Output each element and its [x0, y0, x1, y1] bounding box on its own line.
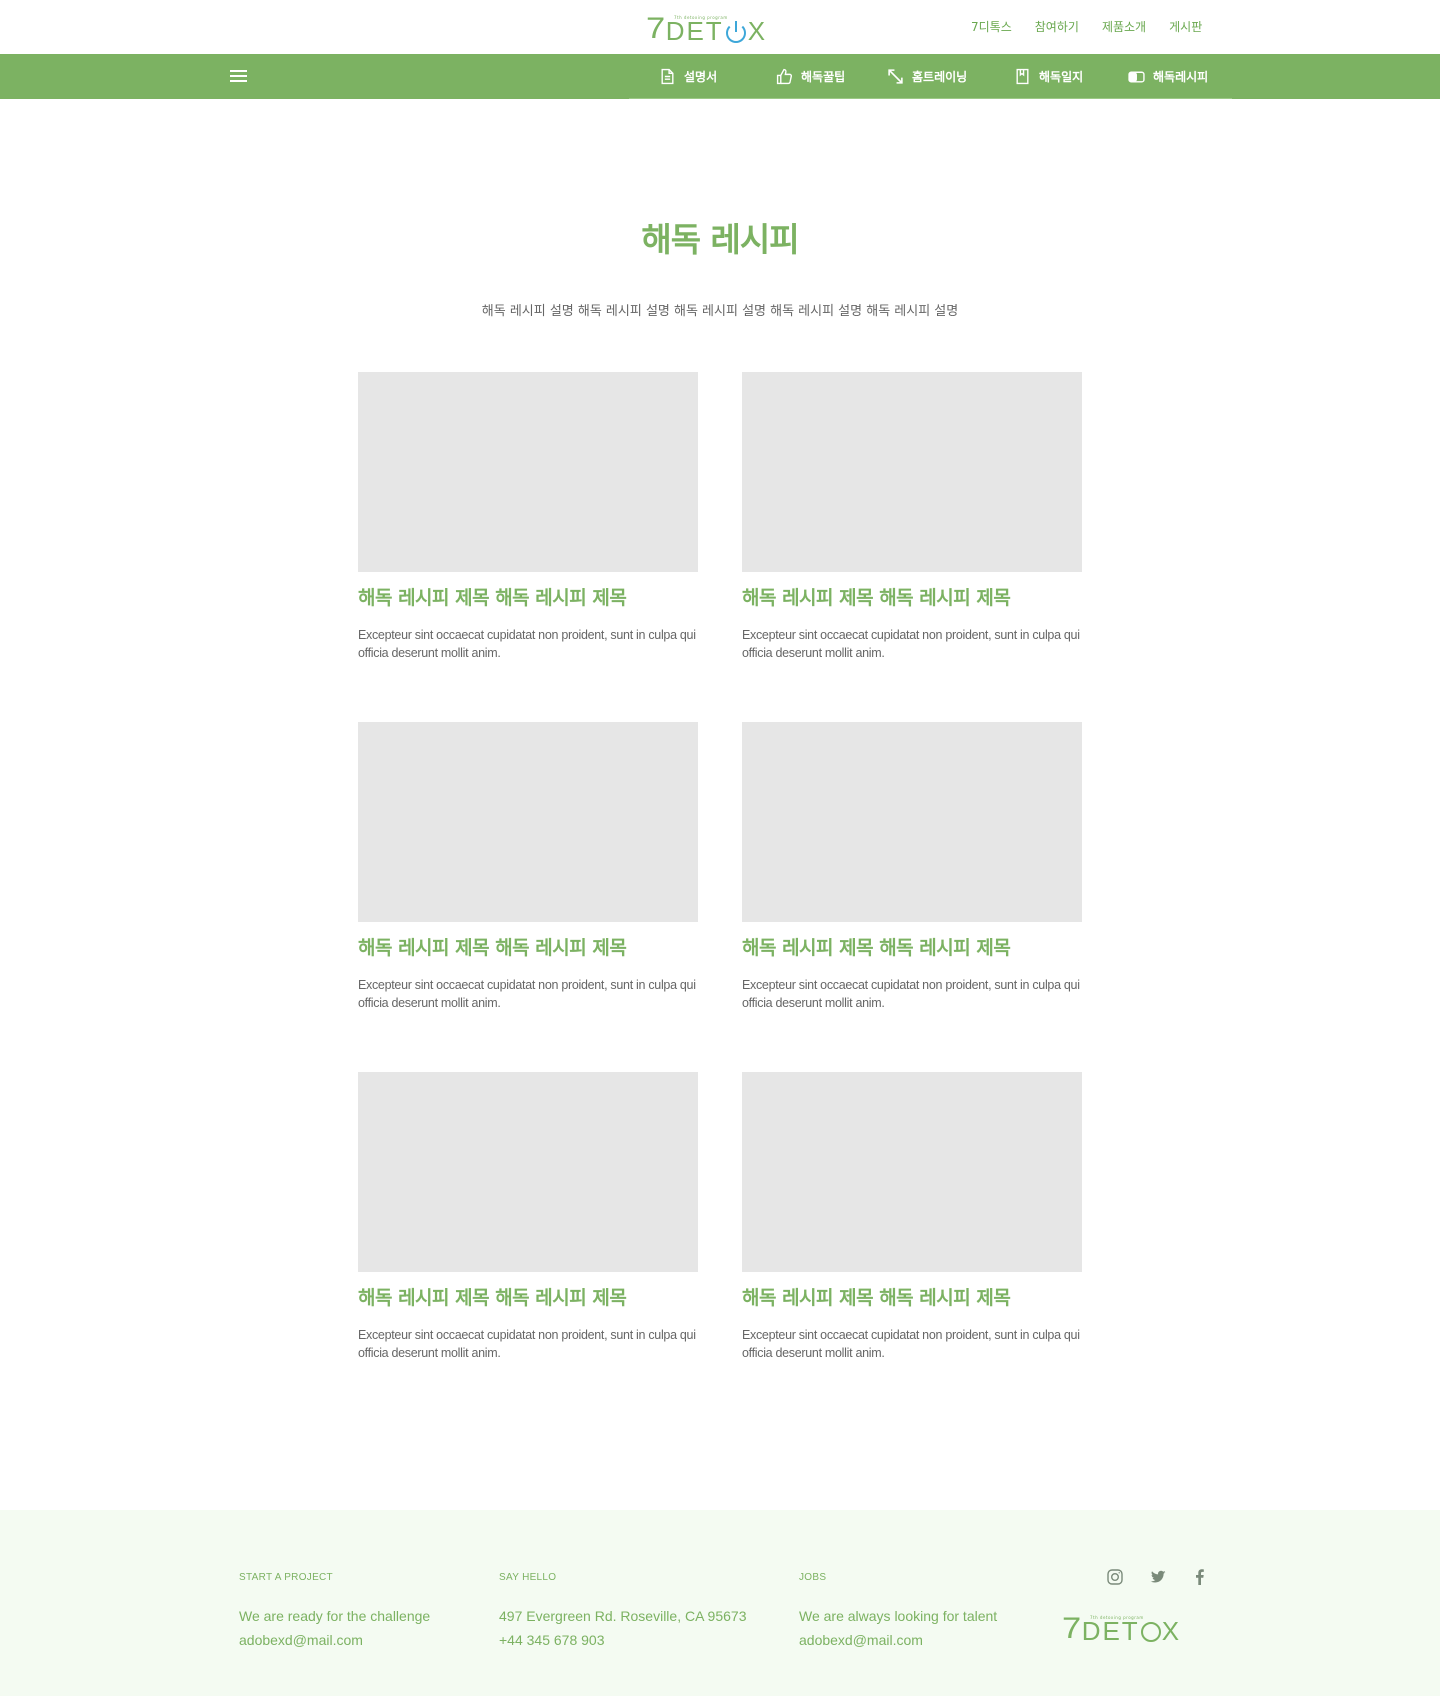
thumbs-up-icon: [776, 68, 793, 85]
nav-item-label: 해독레시피: [1153, 70, 1209, 84]
footer-address: 497 Evergreen Rd. Roseville, CA 95673: [499, 1608, 747, 1624]
brand-logo[interactable]: 7th detoxing program 7 DET X: [646, 12, 767, 45]
recipe-card[interactable]: 해독 레시피 제목 해독 레시피 제목 Excepteur sint occae…: [742, 722, 1082, 1012]
nav-item-label: 설명서: [684, 70, 718, 84]
footer-logo[interactable]: 7th detoxing program 7 DET X: [1062, 1612, 1181, 1645]
recipe-title[interactable]: 해독 레시피 제목 해독 레시피 제목: [358, 1286, 698, 1310]
power-icon: [725, 20, 747, 43]
footer-email-link[interactable]: adobexd@mail.com: [799, 1631, 997, 1649]
recipe-summary: Excepteur sint occaecat cupidatat non pr…: [742, 628, 1080, 660]
top-link-products[interactable]: 제품소개: [1102, 18, 1146, 35]
recipe-summary: Excepteur sint occaecat cupidatat non pr…: [358, 628, 696, 660]
recipe-summary: Excepteur sint occaecat cupidatat non pr…: [358, 978, 696, 1010]
main-nav: [0, 54, 1440, 99]
footer-text: We are always looking for talent: [799, 1608, 998, 1624]
logo-o-mark: [1140, 1622, 1161, 1642]
bookmark-icon: [1016, 68, 1029, 85]
recipe-image[interactable]: [742, 722, 1082, 922]
logo-letters-after: X: [747, 16, 768, 46]
footer-say-hello: SAY HELLO 497 Evergreen Rd. Roseville, C…: [499, 1572, 746, 1649]
expand-arrows-icon: [888, 69, 903, 84]
nav-item-label: 홈트레이닝: [912, 70, 968, 84]
top-link-7detox[interactable]: 7디톡스: [971, 18, 1012, 35]
top-links: 7디톡스 참여하기 제품소개 게시판: [971, 18, 1225, 35]
nav-item-tips[interactable]: 해독꿀팁: [776, 54, 845, 99]
instagram-icon[interactable]: [1106, 1568, 1124, 1586]
recipe-title[interactable]: 해독 레시피 제목 해독 레시피 제목: [742, 586, 1082, 610]
nav-item-recipe[interactable]: 해독레시피: [1128, 54, 1208, 99]
footer-heading: SAY HELLO: [499, 1572, 557, 1583]
footer-text: We are ready for the challenge: [239, 1608, 431, 1624]
logo-seven: 7: [1062, 1612, 1081, 1645]
footer-phone[interactable]: +44 345 678 903: [499, 1631, 746, 1649]
nav-item-manual[interactable]: 설명서: [659, 54, 717, 99]
recipe-title[interactable]: 해독 레시피 제목 해독 레시피 제목: [742, 1286, 1082, 1310]
recipe-card[interactable]: 해독 레시피 제목 해독 레시피 제목 Excepteur sint occae…: [358, 1072, 698, 1362]
document-icon: [661, 68, 674, 85]
recipe-image[interactable]: [742, 1072, 1082, 1272]
recipe-summary: Excepteur sint occaecat cupidatat non pr…: [358, 1328, 696, 1360]
nav-item-label: 해독일지: [1039, 70, 1084, 84]
recipe-image[interactable]: [358, 1072, 698, 1272]
recipe-summary: Excepteur sint occaecat cupidatat non pr…: [742, 978, 1080, 1010]
logo-letters-after: X: [1161, 1616, 1182, 1646]
footer-heading: JOBS: [799, 1572, 827, 1583]
recipe-title[interactable]: 해독 레시피 제목 해독 레시피 제목: [742, 936, 1082, 960]
logo-letters-before: DET: [1081, 1616, 1140, 1646]
recipe-card[interactable]: 해독 레시피 제목 해독 레시피 제목 Excepteur sint occae…: [742, 1072, 1082, 1362]
recipe-summary: Excepteur sint occaecat cupidatat non pr…: [742, 1328, 1080, 1360]
recipe-card[interactable]: 해독 레시피 제목 해독 레시피 제목 Excepteur sint occae…: [742, 372, 1082, 662]
facebook-icon[interactable]: [1191, 1568, 1209, 1586]
footer-jobs: JOBS We are always looking for talent ad…: [799, 1572, 997, 1649]
footer-start-project: START A PROJECT We are ready for the cha…: [239, 1572, 430, 1649]
twitter-icon[interactable]: [1149, 1568, 1167, 1586]
page-description: 해독 레시피 설명 해독 레시피 설명 해독 레시피 설명 해독 레시피 설명 …: [481, 304, 959, 319]
top-link-board[interactable]: 게시판: [1169, 18, 1202, 35]
top-link-join[interactable]: 참여하기: [1035, 18, 1079, 35]
nav-item-diary[interactable]: 해독일지: [1014, 54, 1083, 99]
logo-wordmark: DET X: [666, 18, 767, 44]
page-title: 해독 레시피: [641, 220, 799, 259]
recipe-title[interactable]: 해독 레시피 제목 해독 레시피 제목: [358, 936, 698, 960]
recipe-card[interactable]: 해독 레시피 제목 해독 레시피 제목 Excepteur sint occae…: [358, 372, 698, 662]
menu-icon[interactable]: [230, 70, 247, 84]
recipe-image[interactable]: [742, 372, 1082, 572]
logo-seven: 7: [646, 12, 665, 45]
footer-email-link[interactable]: adobexd@mail.com: [239, 1631, 430, 1649]
footer-heading: START A PROJECT: [239, 1572, 333, 1583]
logo-tagline: 7th detoxing program: [1090, 1615, 1144, 1620]
recipe-image[interactable]: [358, 722, 698, 922]
logo-wordmark: DET X: [1082, 1618, 1181, 1644]
logo-letters-before: DET: [665, 16, 724, 46]
recipe-image[interactable]: [358, 372, 698, 572]
nav-item-home-training[interactable]: 홈트레이닝: [887, 54, 967, 99]
toggle-icon: [1128, 71, 1145, 83]
nav-item-label: 해독꿀팁: [801, 70, 846, 84]
logo-tagline: 7th detoxing program: [674, 15, 728, 20]
recipe-card[interactable]: 해독 레시피 제목 해독 레시피 제목 Excepteur sint occae…: [358, 722, 698, 1012]
recipe-title[interactable]: 해독 레시피 제목 해독 레시피 제목: [358, 586, 698, 610]
